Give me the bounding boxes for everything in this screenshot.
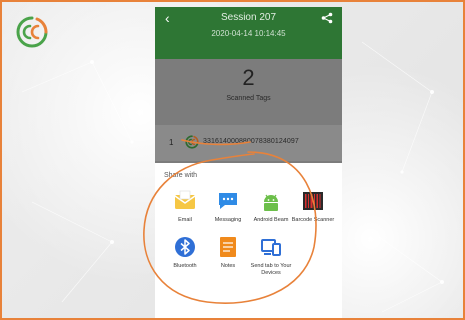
share-option-android-beam[interactable]: Android Beam (249, 190, 293, 224)
share-option-messaging[interactable]: Messaging (206, 190, 250, 224)
phone-screen: ‹ Session 207 2020-04-14 10:14:45 2 Scan… (155, 7, 342, 318)
share-option-send-tab[interactable]: Send tab to Your Devices (249, 236, 293, 276)
share-option-notes[interactable]: Notes (206, 236, 250, 270)
company-logo (16, 16, 48, 48)
share-sheet-heading: Share with (164, 172, 198, 179)
tag-code: 331614000880078380124097 (203, 138, 299, 145)
share-option-bluetooth[interactable]: Bluetooth (163, 236, 207, 270)
screenshot-frame: ‹ Session 207 2020-04-14 10:14:45 2 Scan… (0, 0, 465, 320)
scan-summary: 2 Scanned Tags (155, 59, 342, 125)
messaging-icon (219, 193, 237, 209)
scanned-count-label: Scanned Tags (226, 95, 271, 102)
tag-index: 1 (169, 138, 174, 147)
share-sheet: Share with Email Messaging Android Beam … (155, 163, 342, 318)
share-icon[interactable] (321, 12, 333, 24)
session-title: Session 207 (220, 12, 277, 23)
android-beam-icon (264, 194, 278, 211)
cc-logo-icon (185, 135, 199, 149)
scanned-count: 2 (242, 65, 255, 90)
send-to-devices-icon (261, 239, 281, 256)
tag-list-item[interactable]: 1 331614000880078380124097 (155, 125, 342, 161)
barcode-scanner-icon (303, 192, 323, 210)
bluetooth-icon (175, 237, 195, 257)
notes-icon (220, 237, 236, 257)
share-option-email[interactable]: Email (163, 190, 207, 224)
share-option-barcode-scanner[interactable]: Barcode Scanner (291, 190, 335, 224)
email-icon (174, 190, 196, 209)
app-bar: ‹ Session 207 2020-04-14 10:14:45 (155, 7, 342, 59)
session-datetime: 2020-04-14 10:14:45 (211, 29, 286, 38)
